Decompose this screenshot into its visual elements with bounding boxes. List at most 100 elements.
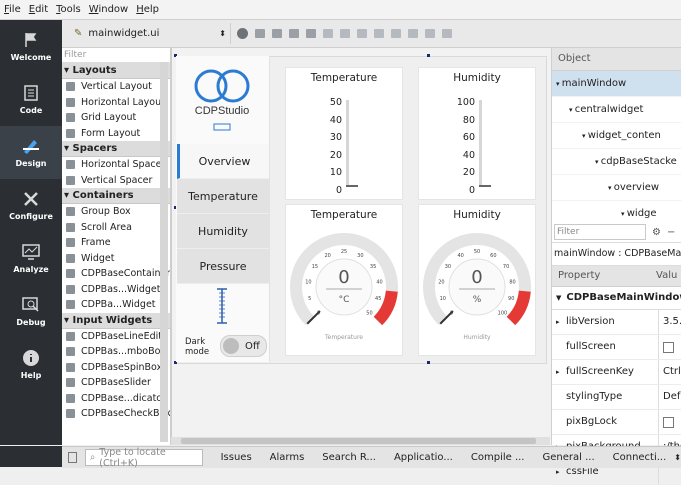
property-value[interactable]: [658, 335, 681, 359]
gauge-caption: Temperature: [324, 334, 363, 341]
widget-item[interactable]: CDPBase...dicator: [62, 391, 170, 407]
nav-humidity[interactable]: Humidity: [177, 214, 269, 249]
widget-item[interactable]: Scroll Area: [62, 220, 170, 236]
widget-item[interactable]: Widget: [62, 251, 170, 267]
output-tab-issues[interactable]: Issues: [221, 452, 252, 463]
widget-category[interactable]: ▾ Layouts: [62, 63, 170, 79]
gauge-unit: °C: [339, 295, 350, 305]
property-row[interactable]: stylingType Defa: [552, 385, 681, 410]
scrollbar-thumb[interactable]: [181, 438, 536, 444]
widget-item[interactable]: CDPBaseSpinBox: [62, 360, 170, 376]
mode-design[interactable]: Design: [0, 126, 62, 179]
minus-icon[interactable]: −: [667, 227, 675, 238]
property-checkbox[interactable]: [663, 417, 674, 428]
property-filter-input[interactable]: Filter: [554, 224, 646, 240]
mode-help[interactable]: Help: [0, 338, 62, 391]
category-title: Containers: [72, 190, 134, 201]
property-row[interactable]: ▸ fullScreenKey Ctrl-: [552, 360, 681, 385]
object-tree-item[interactable]: ▾ centralwidget: [552, 97, 681, 123]
output-tab-search[interactable]: Search R...: [322, 452, 376, 463]
object-tree-item[interactable]: ▾ mainWindow: [552, 71, 681, 97]
toggle-sidebar-icon[interactable]: [68, 452, 77, 463]
widget-item[interactable]: CDPBas...Widget: [62, 282, 170, 298]
output-tab-alarms[interactable]: Alarms: [270, 452, 305, 463]
property-value[interactable]: [658, 410, 681, 434]
canvas-scrollbar[interactable]: [171, 437, 550, 445]
object-tree-item[interactable]: ▾ cdpBaseStacke: [552, 149, 681, 175]
widget-item[interactable]: CDPBaseLineEdit: [62, 329, 170, 345]
mode-analyze[interactable]: Analyze: [0, 232, 62, 285]
property-row[interactable]: pixBgLock: [552, 410, 681, 435]
mode-welcome[interactable]: Welcome: [0, 20, 62, 73]
selection-handle[interactable]: [427, 54, 430, 57]
layout-splitter-v-icon[interactable]: [374, 29, 384, 38]
widget-category[interactable]: ▾ Input Widgets: [62, 312, 170, 329]
widget-item[interactable]: CDPBaseContainer: [62, 266, 170, 282]
widget-category[interactable]: ▾ Containers: [62, 188, 170, 204]
layout-vertical-icon[interactable]: [340, 29, 350, 38]
widget-filter-input[interactable]: Filter: [62, 48, 170, 63]
property-section[interactable]: ▼ CDPBaseMainWindow: [552, 287, 681, 310]
dark-mode-toggle[interactable]: Off: [220, 335, 267, 357]
property-value[interactable]: Ctrl-: [658, 360, 681, 384]
menu-window[interactable]: Window: [85, 4, 132, 15]
widget-item[interactable]: CDPBas...mboBox: [62, 344, 170, 360]
widget-item[interactable]: CDPBaseSlider: [62, 375, 170, 391]
menu-tools[interactable]: Tools: [52, 4, 85, 15]
widget-icon: [66, 269, 75, 279]
chevron-updown-icon[interactable]: ⬍: [674, 453, 681, 462]
gauge-scale-label: 15: [312, 264, 318, 270]
property-checkbox[interactable]: [663, 342, 674, 353]
adjust-size-icon[interactable]: [442, 29, 452, 38]
layout-horizontal-icon[interactable]: [323, 29, 333, 38]
bar-track: [346, 100, 349, 186]
file-selector[interactable]: ✎ mainwidget.ui ⬍: [66, 23, 231, 44]
break-layout-icon[interactable]: [425, 29, 435, 38]
layout-form-icon[interactable]: [408, 29, 418, 38]
output-tab-compile[interactable]: Compile ...: [471, 452, 525, 463]
property-row[interactable]: fullScreen: [552, 335, 681, 360]
widget-item[interactable]: CDPBaseCheckBox: [62, 406, 170, 422]
nav-temperature[interactable]: Temperature: [177, 179, 269, 214]
widget-box-scrollbar[interactable]: [160, 62, 168, 442]
mode-code[interactable]: Code: [0, 73, 62, 126]
widget-item[interactable]: Form Layout: [62, 126, 170, 142]
edit-tab-order-icon[interactable]: [306, 29, 316, 38]
menu-edit[interactable]: Edit: [25, 4, 52, 15]
property-value[interactable]: Defa: [658, 385, 681, 409]
property-row[interactable]: ▸ libVersion 3.5.:: [552, 310, 681, 335]
property-value[interactable]: 3.5.:: [658, 310, 681, 334]
settings-icon[interactable]: ⚙: [652, 227, 661, 238]
menu-help[interactable]: Help: [132, 4, 163, 15]
widget-item[interactable]: Grid Layout: [62, 110, 170, 126]
widget-item[interactable]: Horizontal Layout: [62, 95, 170, 111]
widget-item[interactable]: Frame: [62, 235, 170, 251]
widget-item[interactable]: CDPBa...Widget: [62, 297, 170, 313]
nav-overview[interactable]: Overview: [177, 144, 269, 179]
object-tree-item[interactable]: ▾ overview: [552, 175, 681, 201]
bar-tick-label: 10: [329, 167, 342, 179]
locator-input[interactable]: ⌕ Type to locate (Ctrl+K): [84, 447, 203, 469]
selection-handle[interactable]: [427, 361, 430, 364]
object-tree-item[interactable]: ▾ widget_conten: [552, 123, 681, 149]
widget-item[interactable]: Vertical Layout: [62, 79, 170, 95]
output-tab-application[interactable]: Applicatio...: [394, 452, 453, 463]
widget-item[interactable]: Horizontal Spacer: [62, 157, 170, 173]
nav-pressure[interactable]: Pressure: [177, 249, 269, 284]
mode-configure[interactable]: Configure: [0, 179, 62, 232]
close-document-icon[interactable]: [237, 28, 248, 39]
menu-file[interactable]: File: [0, 4, 25, 15]
edit-buddies-icon[interactable]: [289, 29, 299, 38]
widget-category[interactable]: ▾ Spacers: [62, 141, 170, 157]
object-name: widge: [626, 208, 657, 219]
layout-splitter-h-icon[interactable]: [357, 29, 367, 38]
tools-icon: [24, 192, 38, 206]
mode-debug[interactable]: Debug: [0, 285, 62, 338]
layout-grid-icon[interactable]: [391, 29, 401, 38]
widget-item[interactable]: Vertical Spacer: [62, 173, 170, 189]
output-tab-connection[interactable]: Connecti...: [613, 452, 667, 463]
output-tab-general[interactable]: General ...: [543, 452, 595, 463]
edit-widgets-icon[interactable]: [255, 29, 265, 38]
edit-signals-icon[interactable]: [272, 29, 282, 38]
widget-item[interactable]: Group Box: [62, 204, 170, 220]
